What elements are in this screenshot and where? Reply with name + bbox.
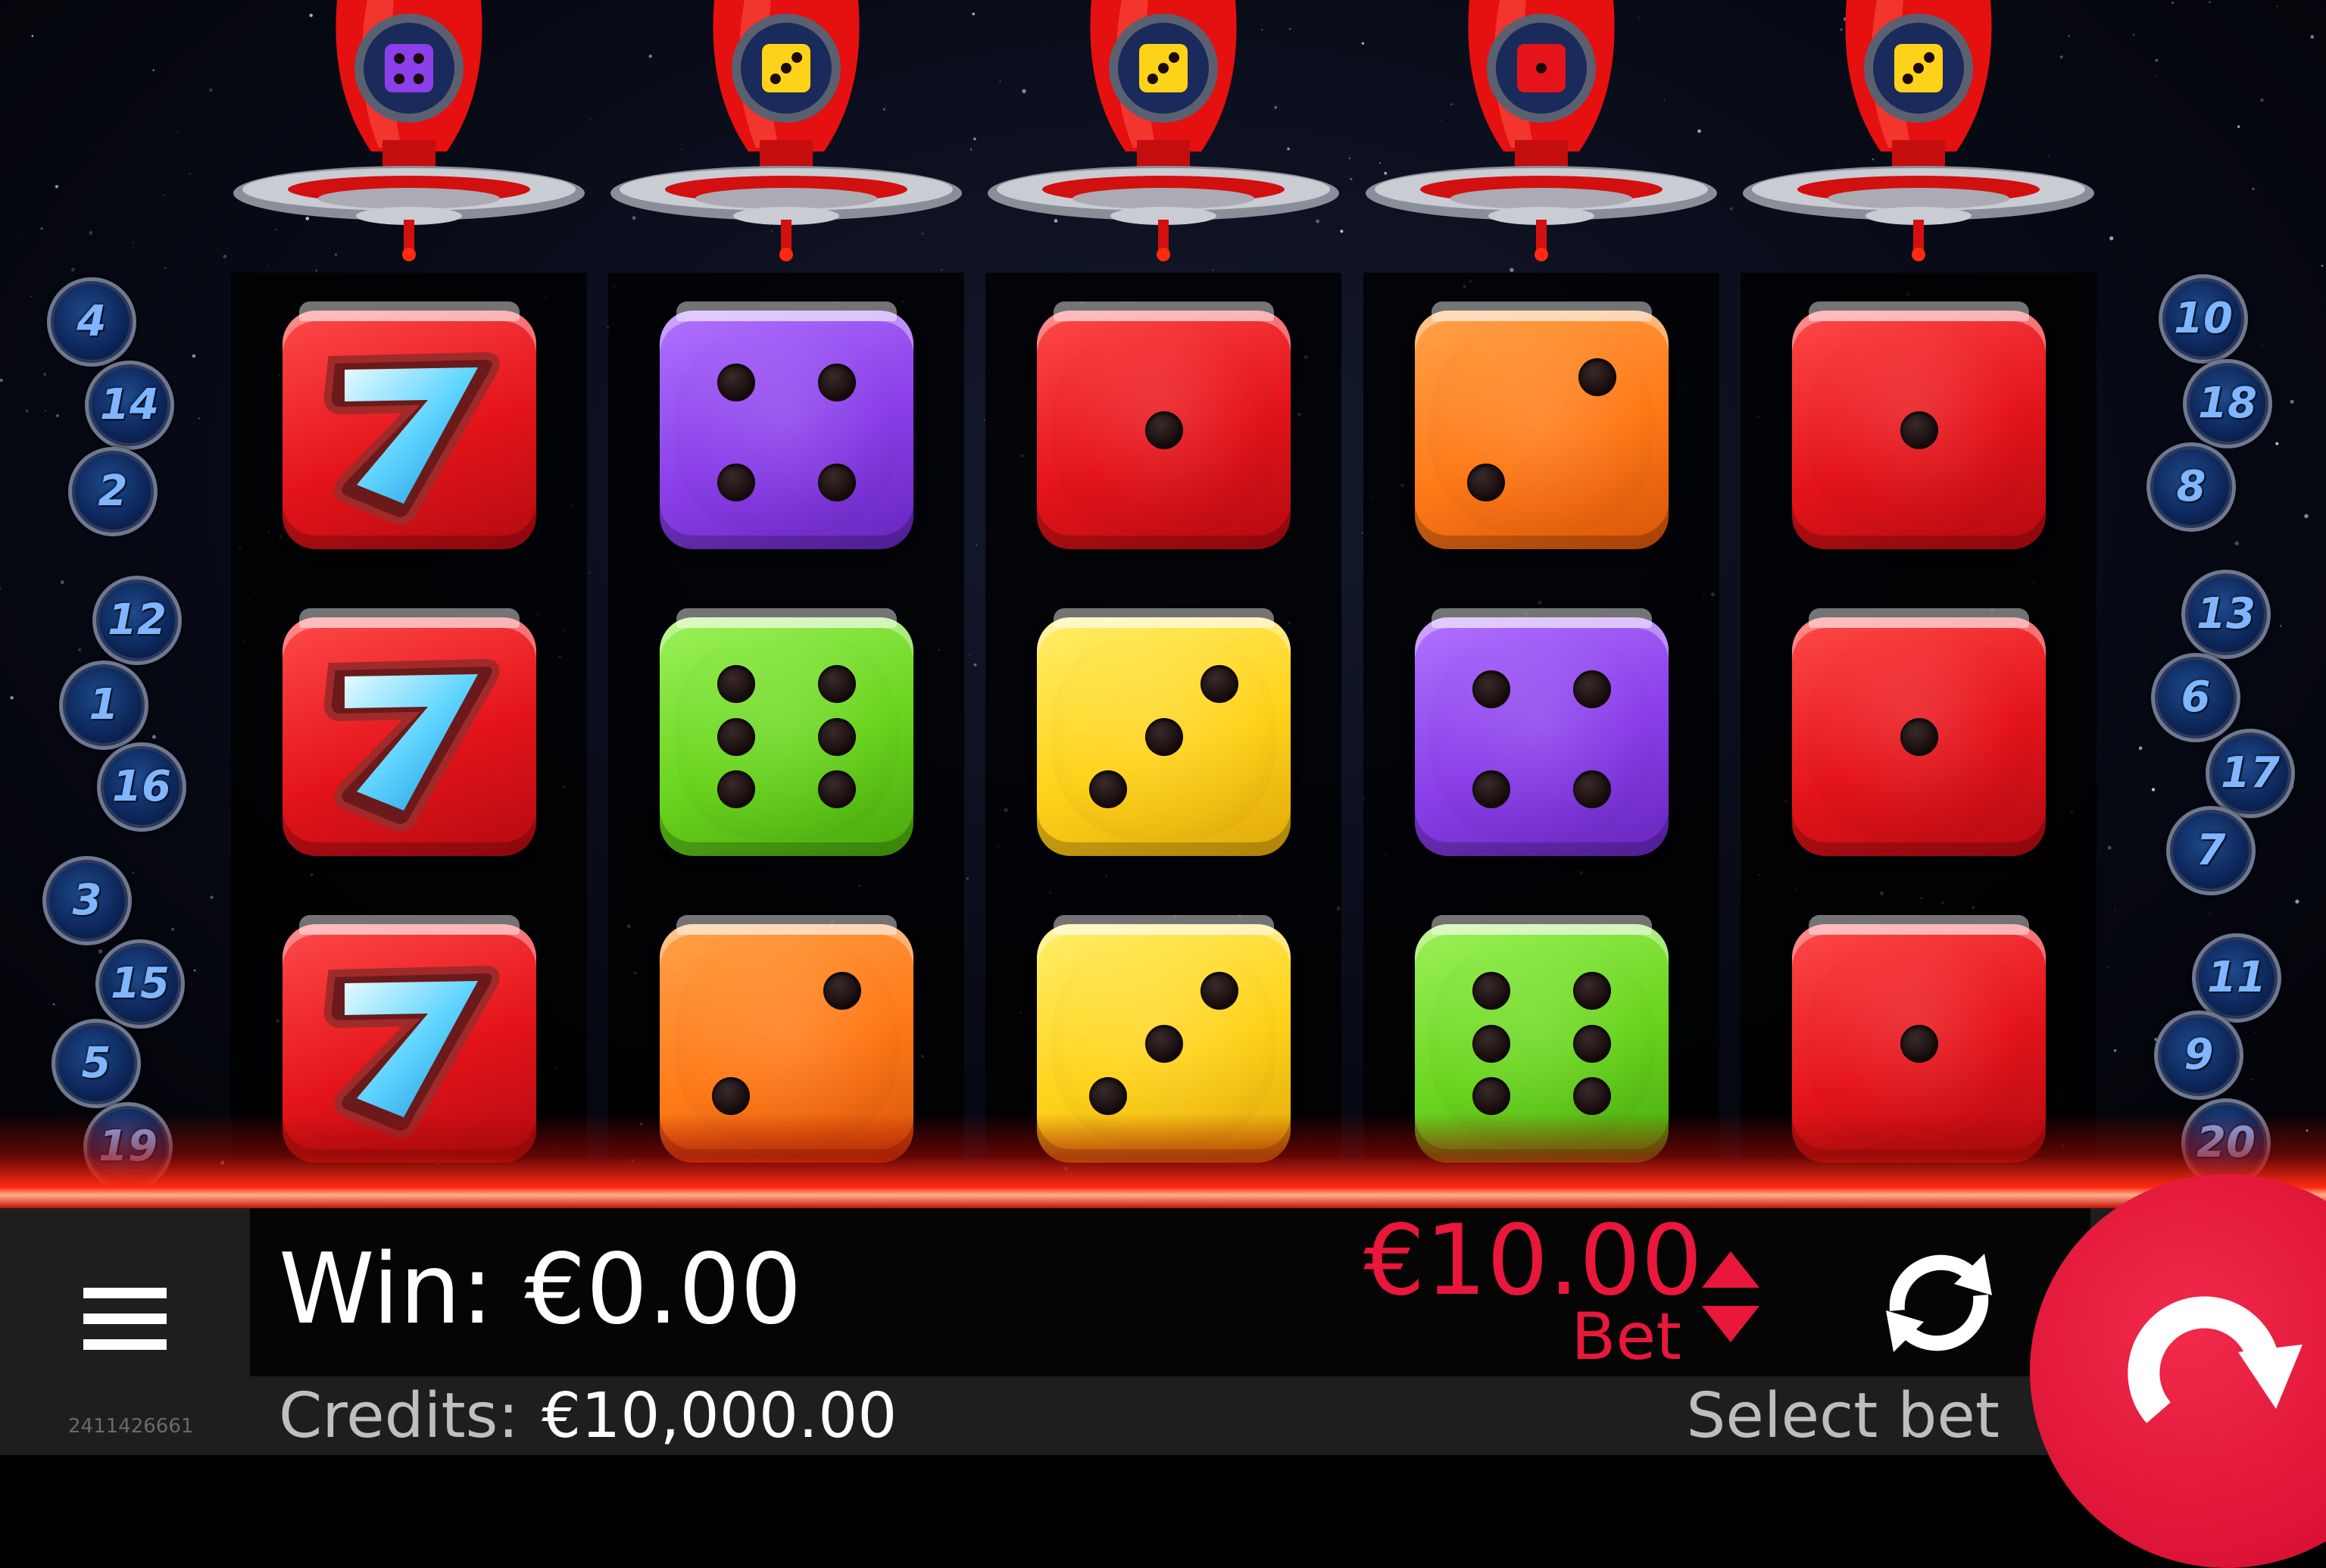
die-pip (712, 1077, 750, 1115)
die-pip (717, 770, 755, 808)
win-amount: Win: €0.00 (279, 1233, 802, 1346)
autoplay-button[interactable] (1871, 1235, 2007, 1371)
spin-arrowhead (2238, 1345, 2303, 1409)
die-pip (1573, 1025, 1611, 1063)
die-pip (823, 972, 861, 1010)
menu-button[interactable] (83, 1288, 167, 1363)
die-pip (1472, 1077, 1510, 1115)
die-pip (1145, 718, 1183, 756)
die-pip (1200, 972, 1238, 1010)
die-pip (1089, 770, 1127, 808)
rocket-ship-3 (985, 0, 1341, 265)
die-pip (717, 665, 755, 703)
payline-left-5: 5 (52, 1019, 141, 1108)
payline-right-7: 7 (2166, 806, 2256, 895)
die-pip (1900, 718, 1938, 756)
credits-display: Credits: €10,000.00 (279, 1379, 897, 1454)
die-pip (1472, 1025, 1510, 1063)
rocket-ship-2 (608, 0, 964, 265)
purple-die-4 (660, 301, 913, 549)
payline-right-9: 9 (2154, 1010, 2243, 1100)
die-pip (1578, 358, 1616, 396)
payline-right-10: 10 (2159, 274, 2248, 364)
bet-label: Bet (1571, 1299, 1681, 1375)
die-pip (1900, 411, 1938, 449)
payline-right-18: 18 (2183, 359, 2272, 448)
die-pip (1145, 1025, 1183, 1063)
green-die-6 (660, 608, 913, 856)
purple-die-4 (1415, 608, 1669, 856)
payline-right-17: 17 (2206, 729, 2295, 818)
die-pip (717, 464, 755, 501)
die-pip (1089, 1077, 1127, 1115)
die-pip (1573, 1077, 1611, 1115)
die-pip (1573, 972, 1611, 1010)
die-pip (1472, 770, 1510, 808)
payline-left-3: 3 (42, 856, 132, 945)
red-die-1 (1037, 301, 1291, 549)
die-pip (1472, 972, 1510, 1010)
seven-symbol (283, 301, 536, 549)
die-pip (1145, 411, 1183, 449)
payline-right-6: 6 (2151, 653, 2240, 742)
payline-left-1: 1 (59, 661, 148, 750)
die-pip (1573, 670, 1611, 708)
die-pip (1573, 770, 1611, 808)
hamburger-icon (83, 1288, 167, 1298)
die-pip (818, 770, 856, 808)
red-die-1 (1792, 301, 2046, 549)
payline-left-14: 14 (85, 361, 174, 450)
rocket-ship-5 (1741, 0, 2097, 265)
die-pip (818, 665, 856, 703)
payline-left-15: 15 (95, 939, 185, 1029)
payline-left-16: 16 (97, 742, 186, 832)
build-id: 2411426661 (68, 1415, 194, 1438)
spin-arrow-icon[interactable] (2113, 1261, 2310, 1435)
select-bet-label[interactable]: Select bet (1666, 1379, 2000, 1454)
die-pip (818, 364, 856, 401)
payline-right-11: 11 (2192, 933, 2281, 1023)
red-die-1 (1792, 608, 2046, 856)
hamburger-icon-line (83, 1313, 167, 1324)
bet-increase-button[interactable] (1700, 1248, 1761, 1294)
triangle-up-icon (1702, 1251, 1759, 1288)
seven-symbol (283, 608, 536, 856)
die-pip (1467, 464, 1505, 501)
payline-left-12: 12 (92, 576, 182, 665)
payline-right-13: 13 (2181, 570, 2271, 659)
credits-label: Credits: (279, 1380, 519, 1452)
horizon-glow (0, 1114, 2326, 1208)
die-pip (717, 718, 755, 756)
bet-decrease-button[interactable] (1700, 1301, 1761, 1347)
credits-value: €10,000.00 (541, 1380, 898, 1452)
die-pip (1200, 665, 1238, 703)
die-pip (818, 718, 856, 756)
triangle-down-icon (1702, 1306, 1759, 1342)
rocket-ship-1 (231, 0, 587, 265)
die-pip (717, 364, 755, 401)
die-pip (818, 464, 856, 501)
payline-left-2: 2 (68, 447, 158, 536)
hamburger-icon-line (83, 1339, 167, 1350)
payline-left-4: 4 (47, 277, 136, 367)
die-pip (1472, 670, 1510, 708)
yellow-die-3 (1037, 608, 1291, 856)
payline-right-8: 8 (2146, 442, 2236, 532)
orange-die-2 (1415, 301, 1669, 549)
die-pip (1900, 1025, 1938, 1063)
rocket-ship-4 (1363, 0, 1719, 265)
